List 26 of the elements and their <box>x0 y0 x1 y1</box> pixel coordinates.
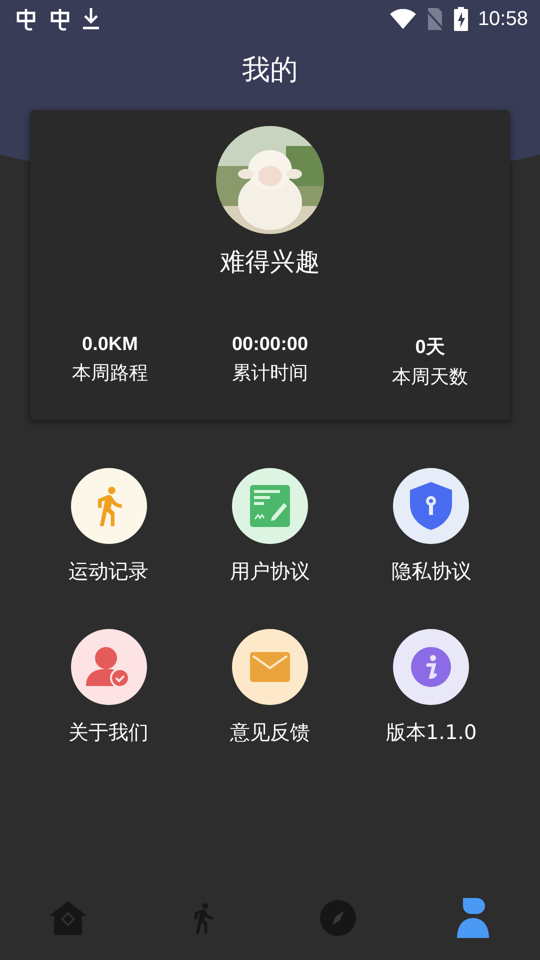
stat-value: 0天 <box>415 336 445 360</box>
menu-item[interactable]: 关于我们 <box>28 629 190 746</box>
battery-icon <box>454 7 468 31</box>
signed-document-icon <box>250 485 290 527</box>
stat-value: 0.0KM <box>82 334 138 356</box>
home-icon <box>48 901 86 935</box>
menu-item[interactable]: 用户协议 <box>189 468 351 585</box>
page-title: 我的 <box>242 52 298 88</box>
no-sim-icon <box>426 8 444 30</box>
stat-label: 本周天数 <box>392 365 468 390</box>
menu-item[interactable]: 意见反馈 <box>189 629 351 746</box>
user-name: 难得兴趣 <box>220 246 320 278</box>
download-icon <box>82 8 100 30</box>
compass-icon <box>320 900 356 936</box>
person-icon <box>454 898 490 938</box>
menu-item[interactable]: 隐私协议 <box>350 468 512 585</box>
envelope-icon <box>250 652 290 682</box>
menu-item[interactable]: 版本1.1.0 <box>350 629 512 746</box>
stat-label: 本周路程 <box>72 361 148 386</box>
wifi-icon <box>390 9 416 29</box>
stat-value: 00:00:00 <box>232 334 308 356</box>
status-time: 10:58 <box>478 8 528 30</box>
menu-item[interactable]: 运动记录 <box>28 468 190 585</box>
shield-icon <box>410 482 452 530</box>
stat-label: 累计时间 <box>232 361 308 386</box>
info-icon <box>411 647 452 687</box>
